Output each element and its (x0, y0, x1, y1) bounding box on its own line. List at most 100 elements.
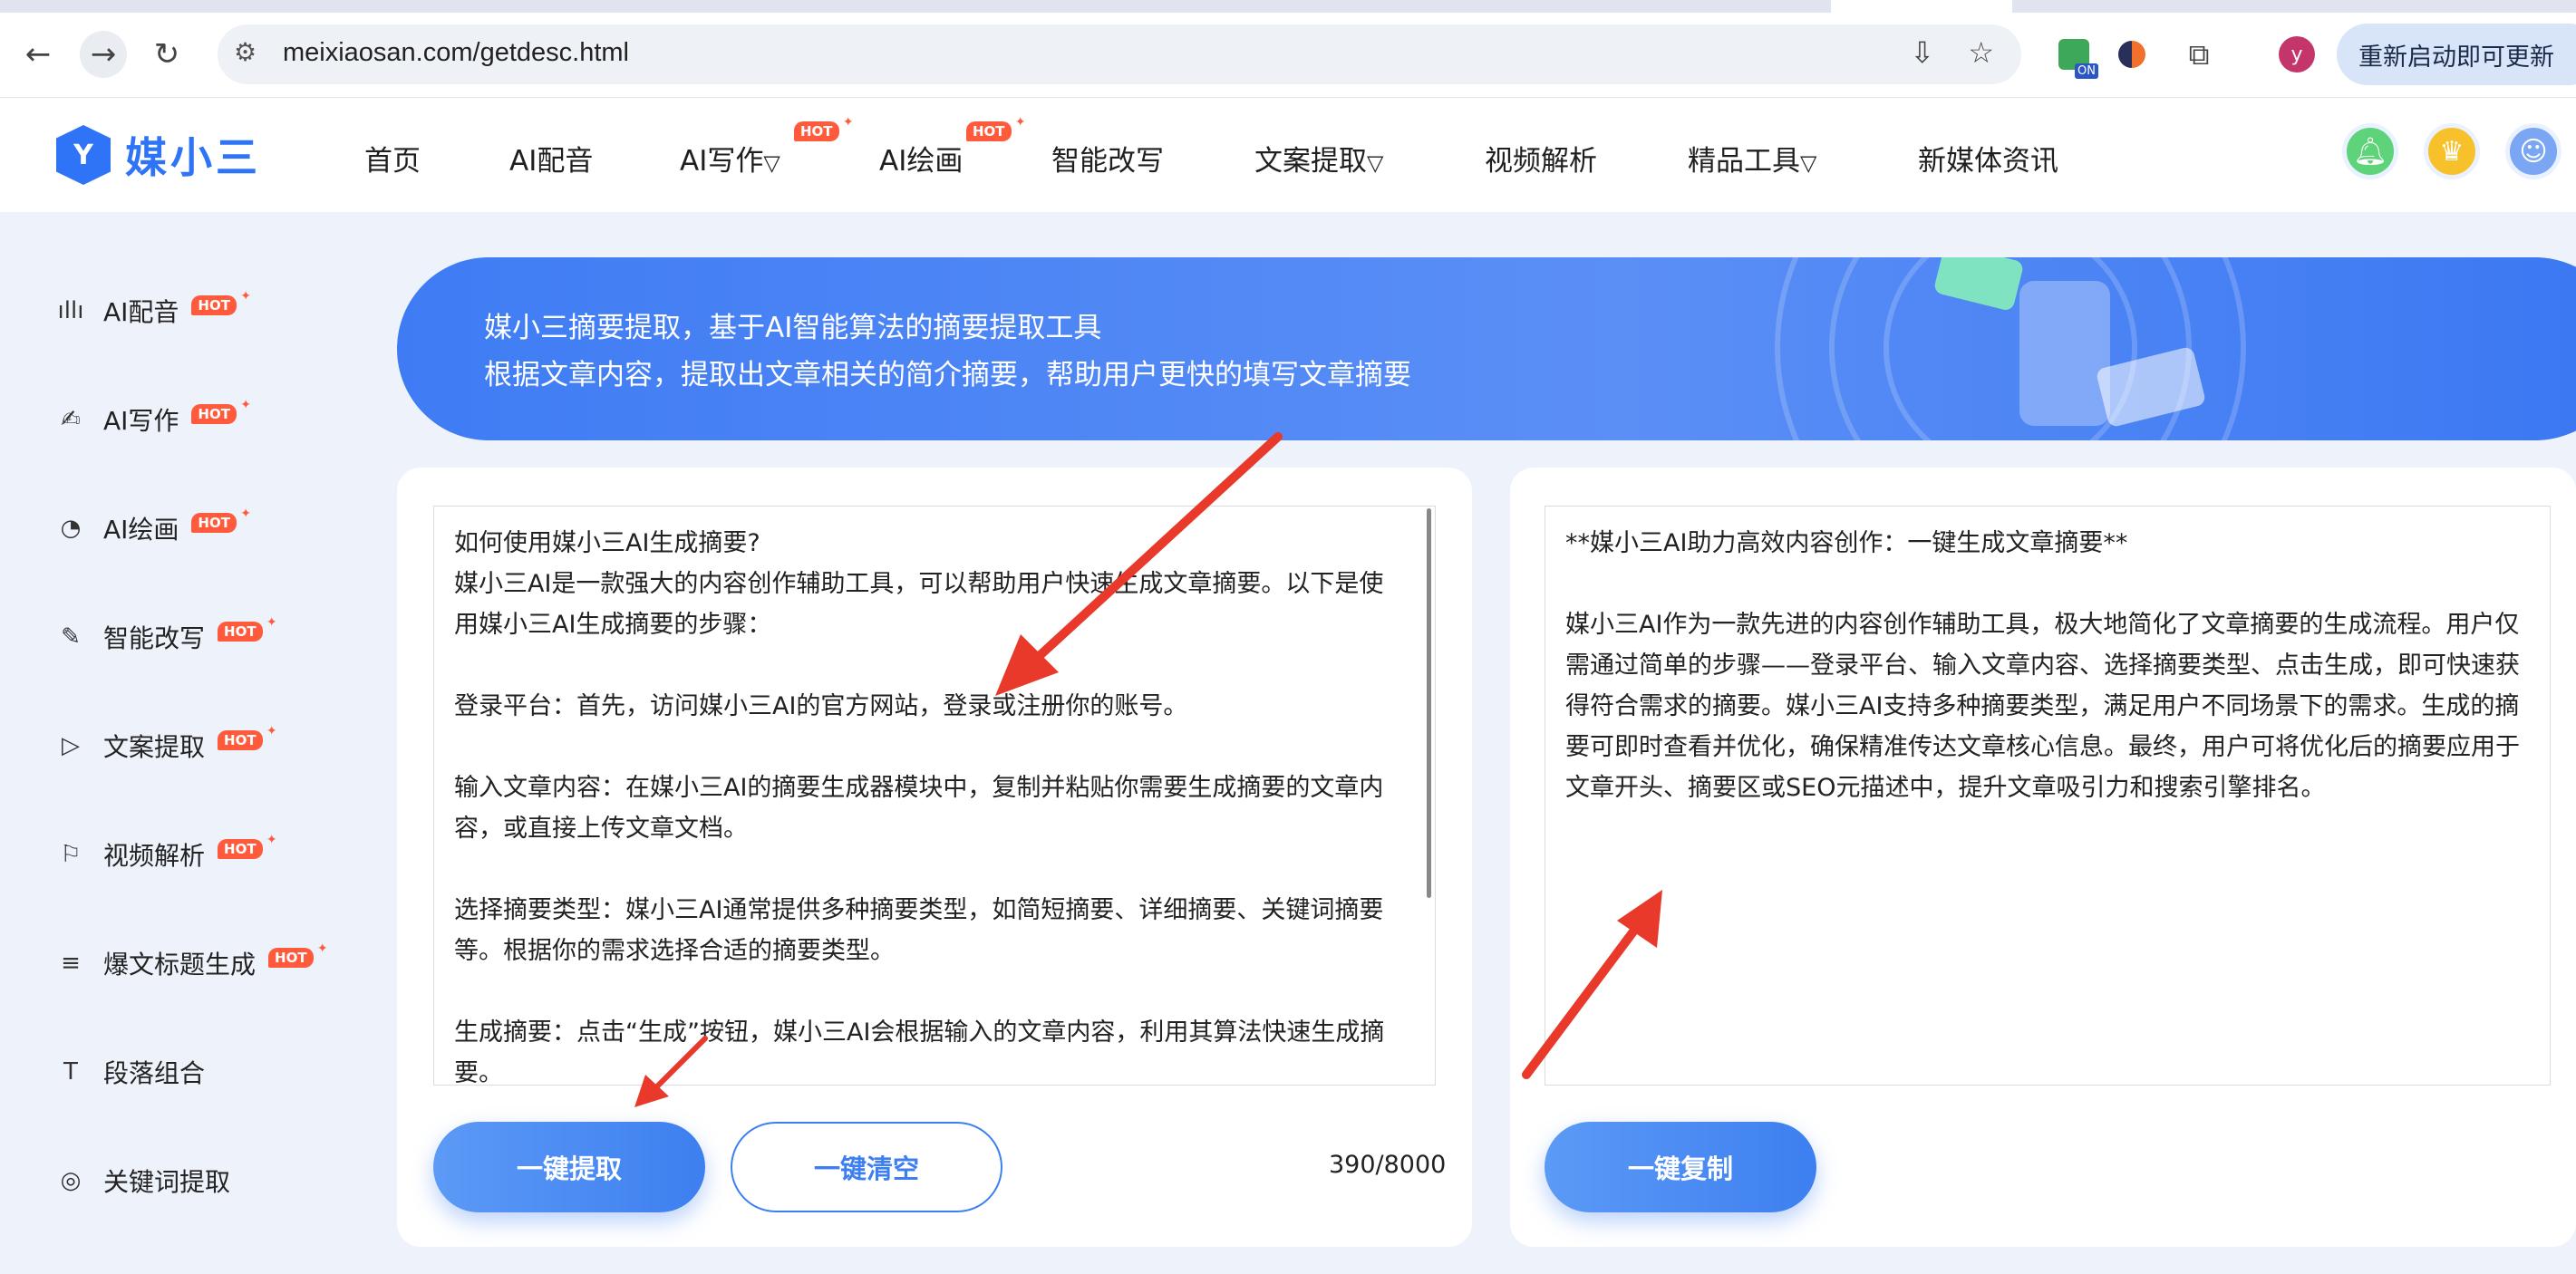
nav-ai-voice[interactable]: AI配音 (509, 138, 593, 179)
nav-home[interactable]: 首页 (364, 138, 421, 179)
nav-ai-drawing[interactable]: AI绘画 HOT (879, 114, 1025, 179)
nav-smart-rewrite[interactable]: 智能改写 (1051, 138, 1164, 179)
hot-badge: HOT (191, 288, 250, 315)
nav-label: AI写作 (680, 145, 764, 178)
update-button[interactable]: 重新启动即可更新 (2337, 24, 2576, 85)
reload-icon[interactable]: ↻ (143, 31, 190, 78)
sidebar-item-title-generator[interactable]: ≡ 爆文标题生成 HOT (54, 941, 327, 986)
install-app-icon[interactable]: ⇩ (1910, 35, 1934, 70)
sidebar-item-label: 智能改写 (103, 623, 206, 653)
output-panel: **媒小三AI助力高效内容创作：一键生成文章摘要** 媒小三AI作为一款先进的内容… (1510, 468, 2576, 1247)
sidebar-item-label: 段落组合 (103, 1058, 206, 1088)
logo[interactable]: Y 媒小三 (56, 123, 261, 187)
extract-button[interactable]: 一键提取 (433, 1122, 705, 1212)
summary-output[interactable]: **媒小三AI助力高效内容创作：一键生成文章摘要** 媒小三AI作为一款先进的内容… (1545, 506, 2551, 1086)
scrollbar[interactable] (1427, 508, 1431, 898)
hot-badge: HOT (268, 941, 327, 968)
nav-label: 文案提取 (1254, 145, 1367, 178)
active-tab[interactable] (1831, 0, 2012, 13)
logo-text: 媒小三 (125, 133, 261, 182)
back-icon[interactable]: ← (15, 31, 62, 78)
bell-icon[interactable]: 🔔︎ (2342, 123, 2398, 179)
hot-badge: HOT (191, 397, 250, 424)
text-paragraph: 登录平台：首先，访问媒小三AI的官方网站，登录或注册你的账号。 (454, 692, 1188, 720)
text-paragraph: **媒小三AI助力高效内容创作：一键生成文章摘要** (1565, 529, 2128, 557)
hot-badge: HOT (966, 114, 1025, 141)
nav-label: 视频解析 (1485, 145, 1597, 178)
nav-premium-tools[interactable]: 精品工具▽ (1688, 138, 1816, 179)
paragraph-icon: T (63, 1058, 78, 1086)
chevron-down-icon: ▽ (763, 150, 780, 176)
hot-badge: HOT (794, 114, 853, 141)
site-header: Y 媒小三 首页 AI配音 AI写作▽ HOT AI绘画 HOT 智能改写 文案… (0, 98, 2576, 212)
user-avatar[interactable]: ☺ (2505, 123, 2561, 179)
text-paragraph: 如何使用媒小三AI生成摘要? (454, 529, 760, 557)
crown-icon[interactable]: ♛ (2424, 123, 2480, 179)
profile-avatar[interactable]: y (2273, 31, 2320, 78)
nav-video-parse[interactable]: 视频解析 (1485, 138, 1597, 179)
hot-badge: HOT (191, 506, 250, 533)
video-parse-icon: ⚐ (60, 841, 82, 868)
palette-icon: ◔ (60, 515, 82, 542)
text-paragraph: 媒小三AI作为一款先进的内容创作辅助工具，极大地简化了文章摘要的生成流程。用户仅… (1565, 611, 2520, 802)
puzzle-icon[interactable]: ⧉ (2175, 31, 2223, 78)
article-input-text[interactable]: 如何使用媒小三AI生成摘要? 媒小三AI是一款强大的内容创作辅助工具，可以帮助用户… (454, 523, 1406, 1086)
nav-media-news[interactable]: 新媒体资讯 (1918, 138, 2058, 179)
clear-button[interactable]: 一键清空 (731, 1122, 1002, 1212)
address-bar[interactable]: ⚙ meixiaosan.com/getdesc.html ⇩ ☆ (218, 24, 2021, 84)
keyword-icon: ◎ (60, 1167, 82, 1194)
nav-label: AI配音 (509, 145, 594, 178)
extension-2-icon[interactable] (2108, 31, 2155, 78)
text-paragraph (454, 971, 1406, 1012)
nav-label: 智能改写 (1051, 145, 1164, 178)
text-paragraph: 媒小三AI是一款强大的内容创作辅助工具，可以帮助用户快速生成文章摘要。以下是使用… (454, 570, 1384, 639)
article-input[interactable]: 如何使用媒小三AI生成摘要? 媒小三AI是一款强大的内容创作辅助工具，可以帮助用户… (433, 506, 1436, 1086)
text-paragraph (454, 645, 1406, 686)
sidebar-item-ai-drawing[interactable]: ◔ AI绘画 HOT (54, 506, 251, 551)
text-paragraph: 生成摘要：点击“生成”按钮，媒小三AI会根据输入的文章内容，利用其算法快速生成摘… (454, 1018, 1385, 1086)
text-paragraph (1565, 564, 2530, 604)
sidebar-item-keyword-extract[interactable]: ◎ 关键词提取 (54, 1158, 230, 1203)
url-text[interactable]: meixiaosan.com/getdesc.html (283, 38, 629, 68)
nav-label: 新媒体资讯 (1918, 145, 2058, 178)
video-text-icon: ▷ (62, 732, 80, 759)
edit-icon: ✎ (61, 623, 81, 651)
sidebar-item-video-parse[interactable]: ⚐ 视频解析 HOT (54, 832, 276, 877)
extension-icon[interactable]: ON (2050, 31, 2098, 79)
phone-illustration (2019, 281, 2110, 426)
title-icon: ≡ (61, 950, 81, 977)
text-paragraph: 输入文章内容：在媒小三AI的摘要生成器模块中，复制并粘贴你需要生成摘要的文章内容… (454, 774, 1384, 843)
chevron-down-icon: ▽ (1800, 150, 1817, 176)
hot-badge: HOT (218, 832, 276, 859)
sidebar-item-text-extract[interactable]: ▷ 文案提取 HOT (54, 723, 276, 768)
text-paragraph (454, 849, 1406, 890)
bookmark-star-icon[interactable]: ☆ (1968, 35, 1994, 70)
nav-ai-writing[interactable]: AI写作▽ HOT (680, 114, 853, 179)
sidebar-item-label: AI绘画 (103, 515, 179, 545)
sidebar-item-paragraph-combine[interactable]: T 段落组合 (54, 1049, 205, 1095)
input-panel: 如何使用媒小三AI生成摘要? 媒小三AI是一款强大的内容创作辅助工具，可以帮助用户… (397, 468, 1472, 1247)
profile-initial: y (2279, 36, 2315, 72)
sidebar-item-label: 关键词提取 (103, 1167, 231, 1197)
forward-icon[interactable]: → (80, 31, 127, 78)
nav-label: AI绘画 (879, 145, 964, 178)
summary-output-text[interactable]: **媒小三AI助力高效内容创作：一键生成文章摘要** 媒小三AI作为一款先进的内容… (1565, 523, 2530, 808)
hot-badge: HOT (218, 723, 276, 750)
sidebar-item-label: 文案提取 (103, 732, 206, 762)
tab-strip (0, 0, 2576, 13)
sidebar-item-smart-rewrite[interactable]: ✎ 智能改写 HOT (54, 614, 276, 660)
text-paragraph: 选择摘要类型：媒小三AI通常提供多种摘要类型，如简短摘要、详细摘要、关键词摘要等… (454, 896, 1384, 965)
sidebar-item-label: AI配音 (103, 297, 179, 327)
hero-banner: 媒小三摘要提取，基于AI智能算法的摘要提取工具 根据文章内容，提取出文章相关的简… (397, 257, 2576, 440)
nav-text-extract[interactable]: 文案提取▽ (1254, 138, 1383, 179)
ai-write-icon: ✍ (61, 406, 81, 433)
hot-badge: HOT (218, 614, 276, 642)
sidebar-item-label: 视频解析 (103, 841, 206, 871)
sidebar-item-label: AI写作 (103, 406, 179, 436)
banner-subtitle: 根据文章内容，提取出文章相关的简介摘要，帮助用户更快的填写文章摘要 (484, 359, 1411, 391)
site-info-icon[interactable]: ⚙ (234, 37, 257, 67)
copy-button[interactable]: 一键复制 (1545, 1122, 1816, 1212)
text-paragraph (454, 727, 1406, 767)
sidebar-item-ai-voice[interactable]: ıllı AI配音 HOT (54, 288, 251, 333)
sidebar-item-ai-writing[interactable]: ✍ AI写作 HOT (54, 397, 250, 442)
